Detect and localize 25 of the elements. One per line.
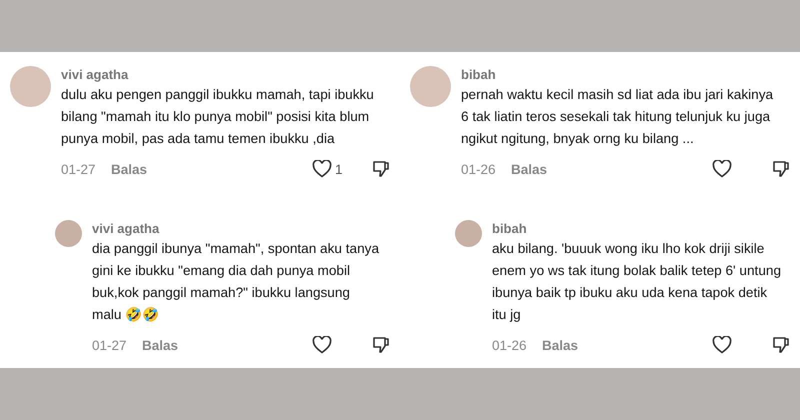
heart-icon [712,336,732,354]
comment-text: dulu aku pengen panggil ibukku mamah, tapi ibukku bilang "mamah itu klo punya mobil" posisi kita blum punya mobil, pas ada tamu temen ibukku ,dia [61,86,375,148]
reply-link[interactable]: Balas [142,338,178,352]
dislike-icon[interactable] [372,160,390,178]
comment-text: dia panggil ibunya "mamah", spontan aku tanya gini ke ibukku "emang dia dah punya mobil buk,kok panggil mamah?" ibukku langsung malu 🤣🤣 [92,240,380,324]
like-button[interactable]: 1 [312,160,360,178]
dislike-icon[interactable] [772,336,790,354]
comment-date: 01-26 [461,162,497,176]
comment-date: 01-27 [61,162,97,176]
reply-link[interactable]: Balas [542,338,578,352]
comment-text: pernah waktu kecil masih sd liat ada ibu jari kakinya 6 tak liatin teros sesekali tak hitung telunjuk ku juga ngikut ngitung, bnyak orng ku bilang ... [461,86,774,148]
username[interactable]: vivi agatha [61,66,390,84]
dislike-icon[interactable] [372,336,390,354]
reply-link[interactable]: Balas [111,162,148,176]
username[interactable]: bibah [461,66,790,84]
heart-icon [312,336,332,354]
heart-icon [312,160,332,178]
username[interactable]: vivi agatha [92,220,390,238]
comment-text: aku bilang. 'buuuk wong iku lho kok driji sikile enem yo ws tak itung bolak balik tetep 6' untung ibunya baik tp ibuku aku uda kena tapok detik itu jg [492,240,782,324]
heart-icon [712,160,732,178]
comment-date: 01-27 [92,338,128,352]
username[interactable]: bibah [492,220,790,238]
dislike-icon[interactable] [772,160,790,178]
comment-date: 01-26 [492,338,528,352]
reply-link[interactable]: Balas [511,162,548,176]
